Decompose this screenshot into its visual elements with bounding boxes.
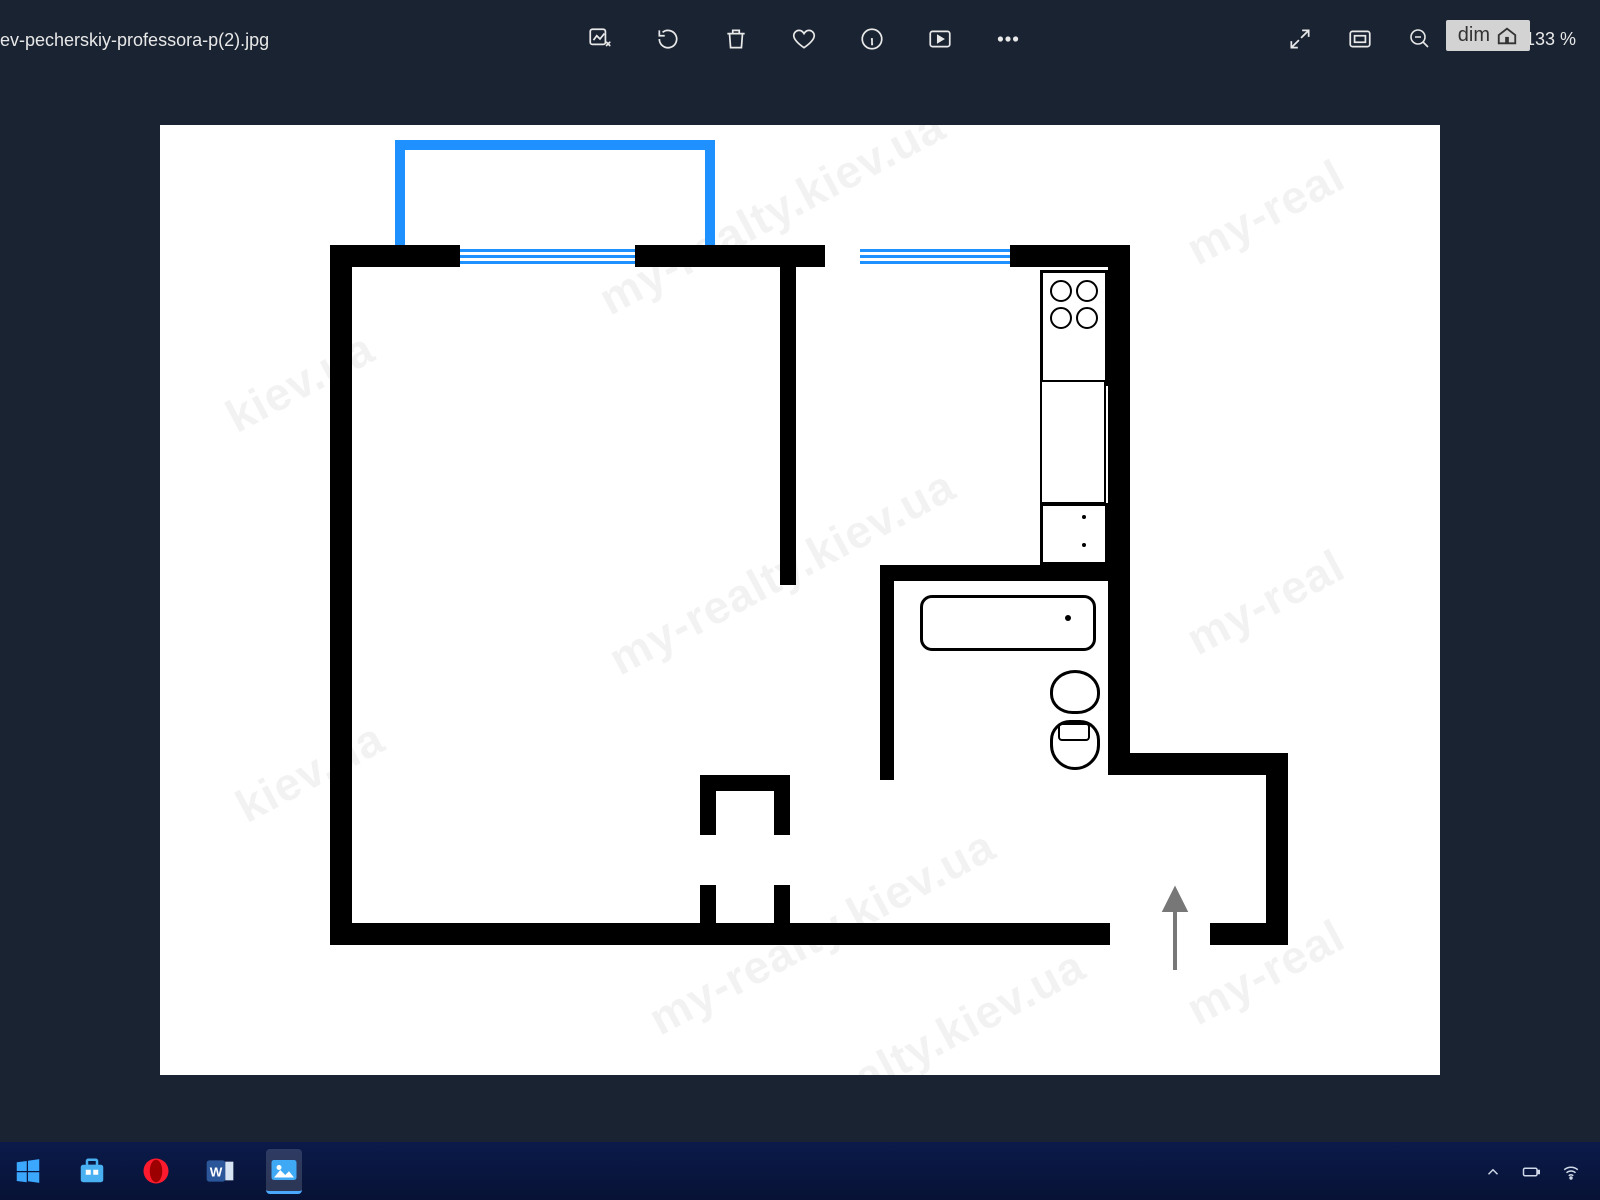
watermark: my-real [1177,538,1353,666]
microsoft-store-icon[interactable] [74,1153,110,1189]
slideshow-icon[interactable] [925,24,955,54]
zoom-percent-label: 133 % [1525,29,1576,50]
window [860,248,1010,264]
rotate-icon[interactable] [653,24,683,54]
image-viewer[interactable]: kiev.ua kiev.ua my-realty.kiev.ua my-rea… [0,70,1600,1130]
burner-icon [1050,307,1072,329]
wall [780,245,796,585]
watermark: my-realty.kiev.ua [590,125,954,326]
system-tray[interactable] [1484,1163,1582,1186]
wall [880,565,894,780]
faucet-dot [1082,515,1086,519]
balcony-wall [395,140,715,150]
watermark: kiev.ua [227,711,393,834]
more-icon[interactable] [993,24,1023,54]
wall [330,245,352,945]
start-button[interactable] [10,1153,46,1189]
wall [774,885,790,925]
wifi-icon[interactable] [1560,1163,1582,1186]
opera-icon[interactable] [138,1153,174,1189]
zoom-out-icon[interactable] [1405,24,1435,54]
wall [1108,753,1288,775]
favorite-icon[interactable] [789,24,819,54]
watermark: my-realty.kiev.ua [730,938,1094,1075]
wall [1266,753,1288,945]
dim-watermark-badge: dim [1446,20,1530,51]
bathtub-fixture [920,595,1096,651]
fullscreen-icon[interactable] [1285,24,1315,54]
floor-plan-image: kiev.ua kiev.ua my-realty.kiev.ua my-rea… [160,125,1440,1075]
toolbar-right: 133 % [1285,24,1576,54]
window [460,248,635,264]
fit-to-window-icon[interactable] [1345,24,1375,54]
filename-label: ev-pecherskiy-professora-p(2).jpg [0,30,269,51]
wall [880,565,1128,581]
entry-arrow-icon [1160,885,1190,975]
toolbar-center [585,24,1023,54]
photos-app-icon[interactable] [266,1149,302,1194]
wall [1210,923,1288,945]
burner-icon [1050,280,1072,302]
delete-icon[interactable] [721,24,751,54]
battery-icon[interactable] [1520,1163,1542,1186]
tray-chevron-icon[interactable] [1484,1163,1502,1186]
photos-app-titlebar: ev-pecherskiy-professora-p(2).jpg [0,0,1600,70]
edit-image-icon[interactable] [585,24,615,54]
house-icon [1496,25,1518,47]
watermark: kiev.ua [217,321,383,444]
dim-watermark-text: dim [1458,24,1490,47]
faucet-dot [1082,543,1086,547]
wall [700,885,716,925]
wall [1108,245,1130,775]
wall [635,245,825,267]
balcony-wall [705,140,715,250]
burner-icon [1076,307,1098,329]
counter-fixture [1040,380,1106,504]
wall [774,775,790,835]
drain-dot [1065,615,1071,621]
balcony-wall [395,140,405,250]
toilet-tank [1058,723,1090,741]
word-icon[interactable]: W [202,1153,238,1189]
wall [330,923,1110,945]
washbasin-fixture [1050,670,1100,714]
burner-icon [1076,280,1098,302]
info-icon[interactable] [857,24,887,54]
windows-taskbar[interactable]: W [0,1142,1600,1200]
svg-text:W: W [210,1164,223,1179]
watermark: my-real [1177,148,1353,276]
kitchen-sink-fixture [1040,503,1108,565]
